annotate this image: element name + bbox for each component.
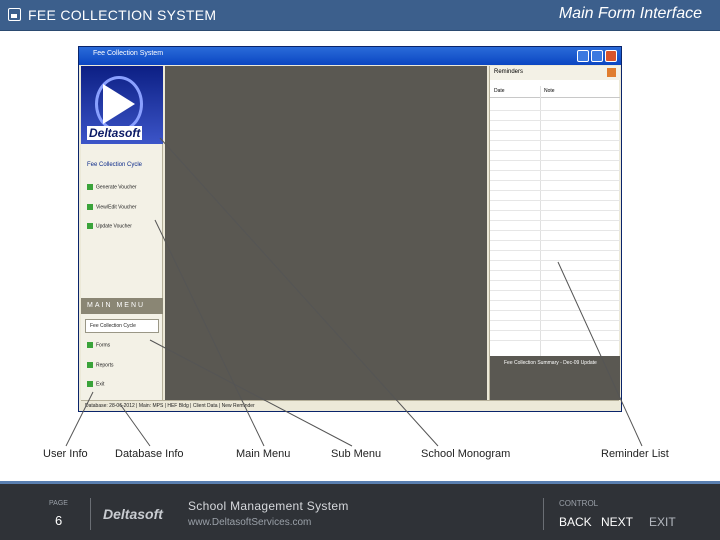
- window-title: Fee Collection System: [93, 50, 164, 57]
- label-reminder-list: Reminder List: [601, 448, 669, 460]
- submenu-item-forms[interactable]: Forms: [87, 342, 110, 348]
- play-triangle-icon: [103, 84, 135, 124]
- reminder-row: [490, 160, 620, 161]
- submenu-fee-collection-cycle[interactable]: Fee Collection Cycle: [85, 319, 159, 333]
- reminder-footer[interactable]: Fee Collection Summary - Dec-09 Update: [490, 356, 620, 400]
- reminder-row: [490, 200, 620, 201]
- reminder-row: [490, 130, 620, 131]
- column-note: Note: [544, 88, 555, 94]
- reminder-row: [490, 140, 620, 141]
- minimize-button[interactable]: [577, 50, 589, 62]
- page-subtitle: Main Form Interface: [558, 5, 702, 22]
- menu-item-view-edit-voucher[interactable]: View/Edit Voucher: [87, 204, 137, 210]
- top-header-bar: FEE COLLECTION SYSTEM Main Form Interfac…: [0, 0, 720, 31]
- reminder-row: [490, 170, 620, 171]
- main-menu-bar: MAIN MENU: [81, 298, 163, 314]
- reminder-row: [490, 290, 620, 291]
- reminder-row: [490, 280, 620, 281]
- control-label: CONTROL: [559, 499, 599, 508]
- school-monogram: Deltasoft: [81, 66, 163, 144]
- label-database-info: Database Info: [115, 448, 184, 460]
- app-screenshot-window: Fee Collection System Deltasoft Fee Coll…: [78, 46, 622, 412]
- footer-bar: PAGE 6 Deltasoft School Management Syste…: [0, 481, 720, 540]
- divider: [543, 498, 544, 530]
- next-button[interactable]: NEXT: [601, 515, 633, 529]
- left-panel: Deltasoft Fee Collection Cycle Generate …: [81, 66, 163, 400]
- reminder-row: [490, 340, 620, 341]
- column-date: Date: [494, 88, 505, 94]
- reminder-close-icon[interactable]: [607, 68, 616, 77]
- cycle-heading: Fee Collection Cycle: [87, 162, 143, 168]
- reminder-title: Reminders: [494, 69, 524, 75]
- menu-item-update-voucher[interactable]: Update Voucher: [87, 223, 132, 229]
- reminder-row: [490, 250, 620, 251]
- system-url[interactable]: www.DeltasoftServices.com: [188, 517, 311, 528]
- logo-text: Deltasoft: [87, 126, 143, 140]
- maximize-button[interactable]: [591, 50, 603, 62]
- reminder-row: [490, 190, 620, 191]
- main-content-area: [165, 66, 487, 400]
- reminder-row: [490, 330, 620, 331]
- reminder-row: [490, 210, 620, 211]
- submenu-item-reports[interactable]: Reports: [87, 362, 114, 368]
- reminder-row: [490, 310, 620, 311]
- label-user-info: User Info: [43, 448, 88, 460]
- reminder-row: [490, 320, 620, 321]
- exit-button[interactable]: EXIT: [649, 515, 676, 529]
- system-title: School Management System: [188, 499, 349, 513]
- reminder-row: [490, 300, 620, 301]
- save-disk-icon: [8, 8, 21, 21]
- status-bar: Database: 28-06-2012 | Main: MPS | HEF B…: [81, 400, 619, 411]
- submenu-item-exit[interactable]: Exit: [87, 381, 104, 387]
- window-titlebar: Fee Collection System: [79, 47, 621, 65]
- label-sub-menu: Sub Menu: [331, 448, 382, 460]
- page-label: PAGE: [49, 500, 68, 507]
- reminder-column-divider: [540, 86, 541, 356]
- page-number: 6: [55, 513, 63, 528]
- back-button[interactable]: BACK: [559, 515, 592, 529]
- reminder-row: [490, 110, 620, 111]
- reminder-row: [490, 150, 620, 151]
- reminder-row: [490, 260, 620, 261]
- brand-logo: Deltasoft: [103, 506, 163, 522]
- reminder-header: Reminders: [490, 66, 620, 80]
- reminder-columns: Date Note: [490, 86, 620, 98]
- reminder-row: [490, 220, 620, 221]
- menu-item-generate-voucher[interactable]: Generate Voucher: [87, 184, 137, 190]
- reminder-row: [490, 240, 620, 241]
- user-info-strip: [81, 146, 163, 158]
- reminder-row: [490, 180, 620, 181]
- label-school-monogram: School Monogram: [421, 448, 511, 460]
- divider: [90, 498, 91, 530]
- label-main-menu: Main Menu: [236, 448, 291, 460]
- close-button[interactable]: [605, 50, 617, 62]
- page-title: FEE COLLECTION SYSTEM: [28, 7, 217, 23]
- reminder-panel: Reminders Date Note Fee Collection Summa…: [489, 66, 620, 400]
- reminder-row: [490, 230, 620, 231]
- reminder-row: [490, 120, 620, 121]
- reminder-row: [490, 270, 620, 271]
